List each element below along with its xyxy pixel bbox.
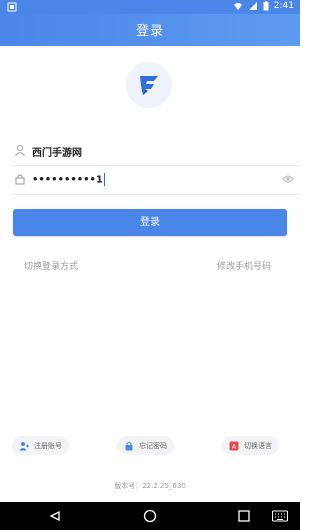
forgot-lock-icon [125,441,133,450]
lock-icon [15,174,25,185]
version-text: 版本号：22.2.25_630 [114,482,186,490]
keyboard-icon[interactable] [272,509,288,523]
password-field[interactable]: ••••••••••1 [12,166,300,195]
password-masked-text: ••••••••••1 [32,174,103,186]
status-bar: 2:41 [0,0,300,14]
register-icon [19,441,29,450]
system-navigation-bar [0,502,300,530]
forgot-password-button[interactable]: 忘记密码 [117,436,174,455]
clock: 2:41 [273,1,294,11]
forgot-password-label: 忘记密码 [139,441,167,450]
page-title: 登录 [135,24,164,39]
battery-icon [263,1,269,11]
language-icon: A [229,441,239,450]
switch-login-method-link[interactable]: 切换登录方式 [24,259,78,272]
switch-language-label: 切换语言 [244,441,272,450]
logo-icon [140,76,158,95]
change-phone-link[interactable]: 修改手机号码 [217,259,271,272]
app-header: 登录 [0,14,300,46]
recents-icon[interactable] [237,509,251,523]
notification-icon [7,2,17,12]
app-logo [126,62,172,108]
user-icon [15,145,25,156]
switch-language-button[interactable]: A 切换语言 [222,436,279,455]
signal-icon [248,2,257,10]
login-button[interactable]: 登录 [13,209,287,236]
text-cursor [103,173,105,186]
eye-icon[interactable] [282,174,294,184]
register-label: 注册账号 [34,441,62,450]
wifi-icon [233,3,242,10]
back-icon[interactable] [48,509,62,523]
register-button[interactable]: 注册账号 [12,436,69,455]
home-icon[interactable] [143,509,157,523]
password-value: ••••••••••1 [32,173,105,186]
username-field[interactable]: 西门手游网 [12,137,300,166]
username-value: 西门手游网 [32,148,82,159]
